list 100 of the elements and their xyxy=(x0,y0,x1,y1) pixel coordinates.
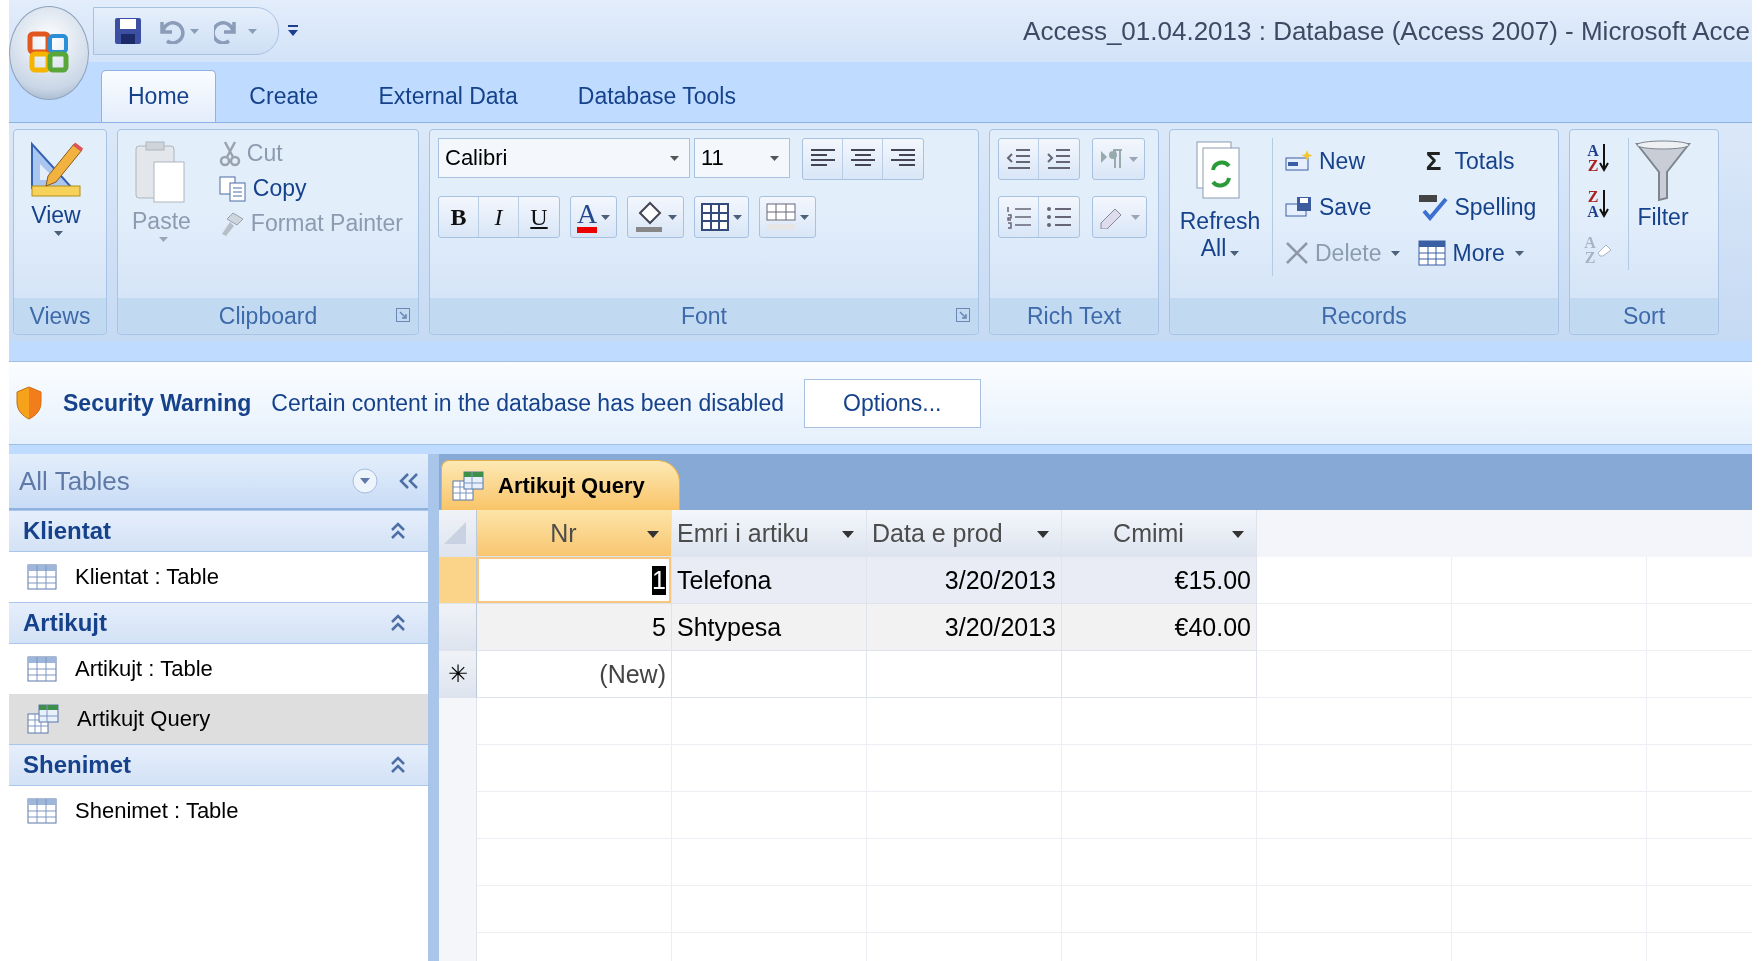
dialog-launcher-icon[interactable] xyxy=(396,308,410,322)
group-label: Font xyxy=(681,302,727,330)
caret-icon xyxy=(601,214,611,220)
table-icon xyxy=(27,656,57,682)
row-color-button[interactable] xyxy=(759,196,817,238)
table-icon xyxy=(27,798,57,824)
font-name-field[interactable]: Calibri xyxy=(438,138,690,178)
column-header[interactable]: Data e prod xyxy=(867,510,1062,557)
security-warning-message: Certain content in the database has been disabled xyxy=(271,389,785,417)
column-header[interactable]: Nr xyxy=(477,510,672,557)
ribbon-tab[interactable]: Home xyxy=(101,70,217,122)
sort-button[interactable]: Z A xyxy=(1578,184,1618,224)
ribbon-tab[interactable]: External Data xyxy=(351,70,545,122)
collapse-chevron-icon xyxy=(390,522,406,540)
caret-icon xyxy=(1230,251,1240,256)
caret-icon xyxy=(1129,156,1138,162)
caret-icon xyxy=(842,531,854,538)
table-rows-icon xyxy=(766,203,797,231)
security-warning-title: Security Warning xyxy=(63,389,252,417)
gridlines-button[interactable] xyxy=(694,196,750,238)
table-cell: 5 xyxy=(477,604,672,651)
query-icon xyxy=(27,704,59,734)
corner-triangle-icon xyxy=(444,522,466,544)
collapse-chevron-icon xyxy=(390,756,406,774)
navigation-group-header[interactable]: Artikujt xyxy=(9,602,428,644)
eraser-icon xyxy=(1595,243,1612,257)
caret-icon xyxy=(1037,531,1049,538)
redo-icon[interactable] xyxy=(214,18,258,44)
table-cell: Shtypesa xyxy=(672,604,867,651)
copy-icon xyxy=(218,175,247,202)
options-button[interactable]: Options... xyxy=(804,378,981,428)
ribbon-tab[interactable]: Database Tools xyxy=(550,70,763,122)
column-header[interactable]: Emri i artiku xyxy=(672,510,867,557)
document-tab[interactable]: Artikujt Query xyxy=(441,460,680,510)
table-grid-icon xyxy=(1418,240,1447,266)
italic-button[interactable]: I xyxy=(479,197,519,237)
collapse-chevron-icon xyxy=(390,614,406,632)
dialog-launcher-icon[interactable] xyxy=(956,308,970,322)
bold-button[interactable]: B xyxy=(439,197,479,237)
down-arrow-icon xyxy=(1598,190,1609,218)
more-button[interactable]: More xyxy=(1414,230,1541,276)
caret-icon xyxy=(647,531,659,538)
table-cell: 3/20/2013 xyxy=(867,604,1062,651)
highlight-button[interactable] xyxy=(1092,196,1147,238)
funnel-icon xyxy=(1635,140,1691,202)
query-icon xyxy=(452,470,484,501)
new-record-marker: ✳ xyxy=(439,651,477,698)
caret-icon xyxy=(1131,214,1140,220)
navigation-group-header[interactable]: Klientat xyxy=(9,510,428,552)
table-icon xyxy=(27,564,57,590)
underline-button[interactable]: U xyxy=(519,197,559,237)
caret-icon xyxy=(670,155,679,161)
customize-toolbar-icon[interactable] xyxy=(287,24,299,38)
collapse-pane-icon[interactable] xyxy=(398,471,420,491)
filter-button[interactable]: Filter xyxy=(1629,138,1697,233)
ribbon-tab[interactable]: Create xyxy=(222,70,346,122)
spelling-check-icon xyxy=(1418,193,1449,221)
new-record-icon xyxy=(1285,149,1313,173)
shield-icon xyxy=(15,386,43,420)
column-header[interactable]: Cmimi xyxy=(1062,510,1257,557)
office-logo-icon xyxy=(26,30,72,76)
paint-bucket-icon xyxy=(634,201,665,233)
fill-color-button[interactable] xyxy=(627,196,685,238)
caret-icon xyxy=(733,214,743,220)
scissors-icon xyxy=(218,140,241,167)
refresh-all-button[interactable]: Refresh All xyxy=(1178,138,1262,264)
caret-icon xyxy=(158,237,168,242)
sort-button[interactable]: A Z xyxy=(1578,138,1618,178)
paragraph-direction-button[interactable] xyxy=(1092,138,1145,180)
save-icon[interactable] xyxy=(114,17,142,45)
caret-icon xyxy=(800,214,810,220)
table-cell: €40.00 xyxy=(1062,604,1257,651)
group-label: Records xyxy=(1321,302,1407,330)
copy-button[interactable]: Copy xyxy=(214,171,407,206)
caret-icon xyxy=(1232,531,1244,538)
new-button[interactable]: New xyxy=(1281,138,1405,184)
group-label: Clipboard xyxy=(218,302,318,330)
save-record-icon xyxy=(1285,195,1313,219)
navigation-group-header[interactable]: Shenimet xyxy=(9,744,428,786)
table-cell: €15.00 xyxy=(1062,557,1257,604)
dropdown-circle-icon[interactable] xyxy=(352,468,378,494)
caret-icon xyxy=(53,231,63,236)
caret-icon xyxy=(668,214,678,220)
spelling-button[interactable]: Spelling xyxy=(1414,184,1541,230)
ruler-pencil-icon xyxy=(28,140,84,200)
save-button[interactable]: Save xyxy=(1281,184,1405,230)
totals-button[interactable]: Σ Totals xyxy=(1414,138,1541,184)
group-label: Rich Text xyxy=(1026,302,1122,330)
delete-x-icon xyxy=(1285,241,1309,265)
font-color-button[interactable]: A xyxy=(570,196,618,238)
window-title: Access_01.04.2013 : Database (Access 2007) - Microsoft Acce xyxy=(1023,15,1751,47)
navigation-item[interactable]: Artikujt Query xyxy=(9,694,428,744)
view-button[interactable]: View xyxy=(22,138,90,238)
font-size-field[interactable]: 11 xyxy=(694,138,790,178)
grid-icon xyxy=(701,203,730,231)
table-cell: 3/20/2013 xyxy=(867,557,1062,604)
caret-icon xyxy=(770,155,779,161)
table-cell: Telefona xyxy=(672,557,867,604)
table-cell: 1 xyxy=(477,557,672,604)
group-label: Sort xyxy=(1622,302,1666,330)
